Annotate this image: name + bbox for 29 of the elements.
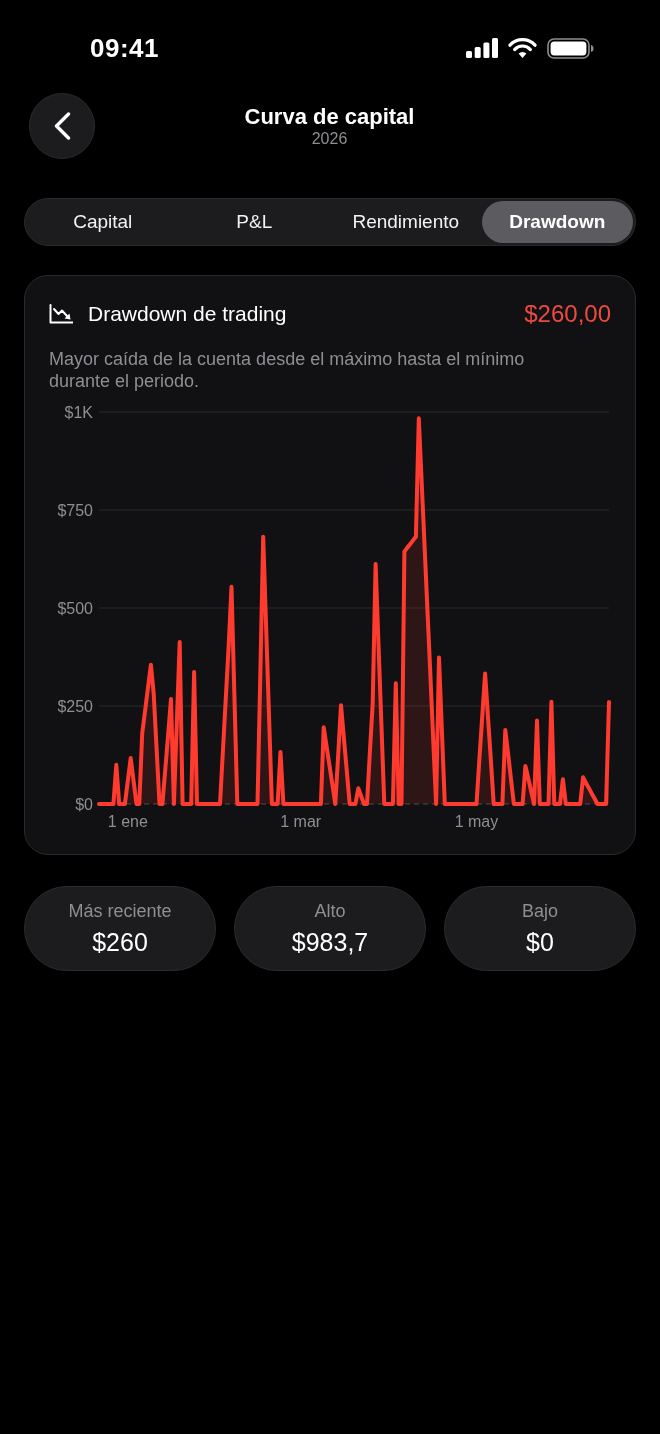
- drawdown-value: $260,00: [524, 300, 611, 328]
- segment-tab[interactable]: Drawdown: [481, 201, 633, 243]
- stat-label: Alto: [314, 900, 346, 922]
- wifi-icon: [508, 38, 537, 58]
- status-time: 09:41: [90, 32, 159, 64]
- segment-tab[interactable]: P&L: [178, 201, 330, 243]
- y-axis-label: $1K: [64, 403, 93, 421]
- stat-value: $260: [92, 927, 148, 957]
- card-title: Drawdown de trading: [88, 302, 287, 326]
- y-axis-label: $0: [75, 795, 93, 813]
- card-description: Mayor caída de la cuenta desde el máximo hasta el mínimo durante el periodo.: [49, 348, 526, 392]
- y-axis-label: $750: [57, 501, 93, 519]
- downtrend-chart-icon: [49, 304, 73, 324]
- stat-label: Más reciente: [68, 900, 172, 922]
- x-axis-label: 1 mar: [280, 813, 322, 830]
- battery-icon: [547, 37, 594, 59]
- x-axis-label: 1 may: [454, 813, 499, 830]
- stat-label: Bajo: [522, 900, 558, 922]
- signal-icon: [466, 38, 498, 58]
- x-axis-label: 1 ene: [107, 813, 148, 830]
- page-title: Curva de capital: [244, 103, 415, 129]
- segment-tab[interactable]: Capital: [27, 201, 179, 243]
- y-axis-label: $250: [57, 697, 93, 715]
- stat-value: $983,7: [291, 927, 369, 957]
- page-subtitle: 2026: [311, 129, 348, 149]
- stat-value: $0: [526, 927, 554, 957]
- y-axis-label: $500: [57, 599, 93, 617]
- chevron-left-icon: [53, 112, 71, 140]
- segment-tab[interactable]: Rendimiento: [330, 201, 482, 243]
